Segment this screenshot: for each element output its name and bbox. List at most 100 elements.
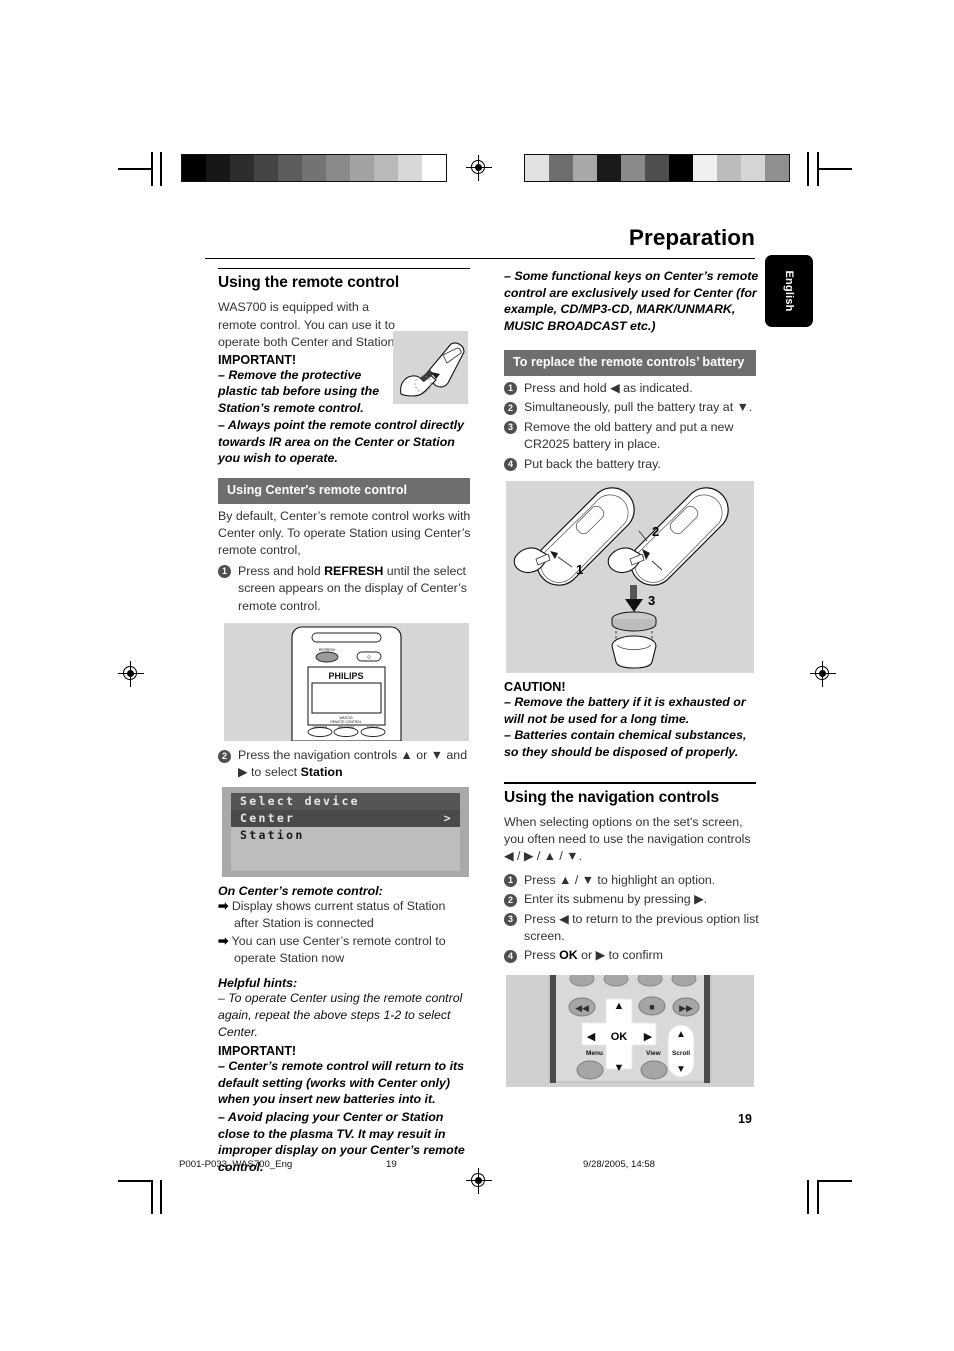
- crop-mark-br-h: [818, 1180, 852, 1182]
- step-text: Put back the battery tray.: [524, 456, 661, 471]
- caution-label: CAUTION!: [504, 679, 566, 694]
- caution-item-2: – Batteries contain chemical substances,…: [504, 728, 747, 759]
- important-item-2: – Always point the remote control direct…: [218, 418, 465, 466]
- lcd-item-station[interactable]: Station: [231, 827, 460, 844]
- lcd-item-label: Station: [240, 827, 305, 842]
- grayscale-swatch: [326, 155, 350, 181]
- svg-text:3: 3: [648, 593, 655, 608]
- svg-text:■: ■: [649, 1002, 654, 1012]
- step-text-part: Press: [524, 948, 560, 963]
- crop-mark-br-v: [817, 1180, 819, 1214]
- step-number: 4: [504, 949, 517, 963]
- svg-text:▶▶: ▶▶: [679, 1003, 693, 1013]
- arrow-right-icon: ➡: [218, 898, 229, 913]
- registration-mark-top: [466, 155, 492, 181]
- svg-text:REMOTE CONTROL: REMOTE CONTROL: [330, 720, 361, 724]
- grayscale-swatch: [693, 155, 717, 181]
- page-number: 19: [738, 1112, 752, 1126]
- important2-item-1: – Center’s remote control will return to…: [218, 1059, 465, 1107]
- section-rule-remote: [218, 268, 470, 270]
- figure-navigation-controls: ◀◀ ■ ▶▶ ▲ ▼ ◀ ▶ OK ▲ ▼ Scroll Menu View: [506, 974, 754, 1087]
- important-item-1: – Remove the protective plastic tab befo…: [218, 367, 380, 415]
- step-text: Press ▲ / ▼ to highlight an option.: [524, 872, 716, 887]
- figure-lcd-select-device: Select device Center > Station: [222, 786, 469, 877]
- intro-paragraph: WAS700 is equipped with a remote control…: [218, 299, 398, 351]
- section-title-using-remote: Using the remote control: [218, 274, 400, 292]
- intro-text: WAS700 is equipped with a remote control…: [218, 300, 398, 350]
- crop-mark-bl-h: [118, 1180, 152, 1182]
- footer-page-center: 19: [386, 1159, 397, 1170]
- grayscale-swatch: [206, 155, 230, 181]
- step-text-part: Press the navigation controls ▲ or ▼ and…: [238, 748, 468, 780]
- functional-keys-note: – Some functional keys on Center’s remot…: [504, 269, 759, 333]
- svg-text:▶: ▶: [644, 1031, 653, 1043]
- grayscale-swatch: [765, 155, 789, 181]
- step-item: 1 Press and hold ◀ as indicated.: [504, 380, 759, 397]
- figure-center-remote-control: REFRESH ⏻ PHILIPS WAS700 REMOTE CONTROL …: [224, 623, 469, 742]
- center-remote-steps: 1 Press and hold REFRESH until the selec…: [218, 563, 473, 615]
- grayscale-swatch: [374, 155, 398, 181]
- section-rule-navigation: [504, 782, 756, 784]
- footer-timestamp: 9/28/2005, 14:58: [583, 1159, 656, 1170]
- caution-item-1: – Remove the battery if it is exhausted …: [504, 694, 746, 726]
- chevron-right-icon: >: [443, 810, 453, 825]
- step-number: 3: [504, 913, 517, 927]
- center-remote-steps-2: 2 Press the navigation controls ▲ or ▼ a…: [218, 747, 473, 782]
- remote-control-illustration: REFRESH ⏻ PHILIPS WAS700 REMOTE CONTROL …: [224, 623, 469, 742]
- subsection-bar-center-remote: Using Center's remote control: [218, 478, 470, 504]
- battery-replacement-illustration: 1 2 3: [506, 480, 754, 673]
- svg-text:OK: OK: [611, 1031, 628, 1043]
- step-item: 1 Press and hold REFRESH until the selec…: [218, 563, 473, 615]
- registration-mark-left: [118, 661, 144, 687]
- crop-mark-tl-h: [118, 168, 152, 170]
- svg-text:◀◀: ◀◀: [575, 1003, 589, 1013]
- crop-mark-tl-v: [151, 152, 153, 186]
- step-keyword: REFRESH: [324, 563, 384, 578]
- battery-steps: 1 Press and hold ◀ as indicated. 2 Simulta…: [504, 380, 759, 473]
- chapter-title: Preparation: [628, 225, 755, 250]
- helpful-hints-text: – To operate Center using the remote con…: [218, 991, 463, 1039]
- lcd-item-label: Center: [240, 810, 296, 825]
- grayscale-swatch: [597, 155, 621, 181]
- grayscale-swatch: [422, 155, 446, 181]
- svg-text:▲: ▲: [614, 1000, 625, 1012]
- svg-text:Menu: Menu: [586, 1050, 603, 1057]
- step-text-part: Press and hold: [238, 563, 325, 578]
- arrow-right-icon: ➡: [218, 933, 229, 948]
- svg-text:Scroll: Scroll: [672, 1050, 690, 1057]
- step-item: 4 Put back the battery tray.: [504, 456, 759, 473]
- helpful-hints-label: Helpful hints:: [218, 976, 298, 991]
- step-item: 4 Press OK or ▶ to confirm: [504, 947, 759, 964]
- lcd-item-center[interactable]: Center >: [231, 809, 460, 827]
- step-item: 3 Press ◀ to return to the previous optio…: [504, 911, 759, 946]
- grayscale-swatch: [525, 155, 549, 181]
- crop-mark-bl-v: [151, 1180, 153, 1214]
- grayscale-swatch: [717, 155, 741, 181]
- grayscale-swatch: [182, 155, 206, 181]
- step-number: 2: [218, 749, 231, 763]
- crop-mark-bl2-v: [160, 1180, 162, 1214]
- svg-text:REFRESH: REFRESH: [319, 648, 336, 652]
- navigation-intro: When selecting options on the set's scre…: [504, 814, 751, 864]
- crop-mark-tl2-v: [160, 152, 162, 186]
- crop-mark-br2-v: [807, 1180, 809, 1214]
- svg-text:DISPLAY: DISPLAY: [367, 725, 379, 729]
- grayscale-calibration-strip-left: [181, 154, 447, 182]
- arrow-item-1: ➡ Display shows current status of Statio…: [218, 898, 473, 933]
- svg-text:▼: ▼: [614, 1062, 625, 1074]
- step-number: 4: [504, 458, 517, 471]
- arrow-item-text: Display shows current status of Station …: [231, 898, 446, 931]
- arrow-item-text: You can use Center’s remote control to o…: [231, 933, 446, 966]
- step-item: 2 Simultaneously, pull the battery tray a…: [504, 399, 759, 416]
- svg-text:View: View: [646, 1050, 662, 1057]
- crop-mark-tr-v: [817, 152, 819, 186]
- hand-pulling-tab-illustration: [393, 331, 468, 404]
- step-item: 2 Press the navigation controls ▲ or ▼ a…: [218, 747, 473, 782]
- figure-remove-plastic-tab: [393, 331, 468, 404]
- step-text: Remove the old battery and put a new CR2…: [524, 419, 734, 452]
- grayscale-swatch: [573, 155, 597, 181]
- step-item: 3 Remove the old battery and put a new CR…: [504, 419, 759, 454]
- step-text: Simultaneously, pull the battery tray at…: [524, 400, 753, 415]
- language-tab-label: English: [783, 270, 795, 312]
- center-remote-intro: By default, Center’s remote control work…: [218, 508, 471, 558]
